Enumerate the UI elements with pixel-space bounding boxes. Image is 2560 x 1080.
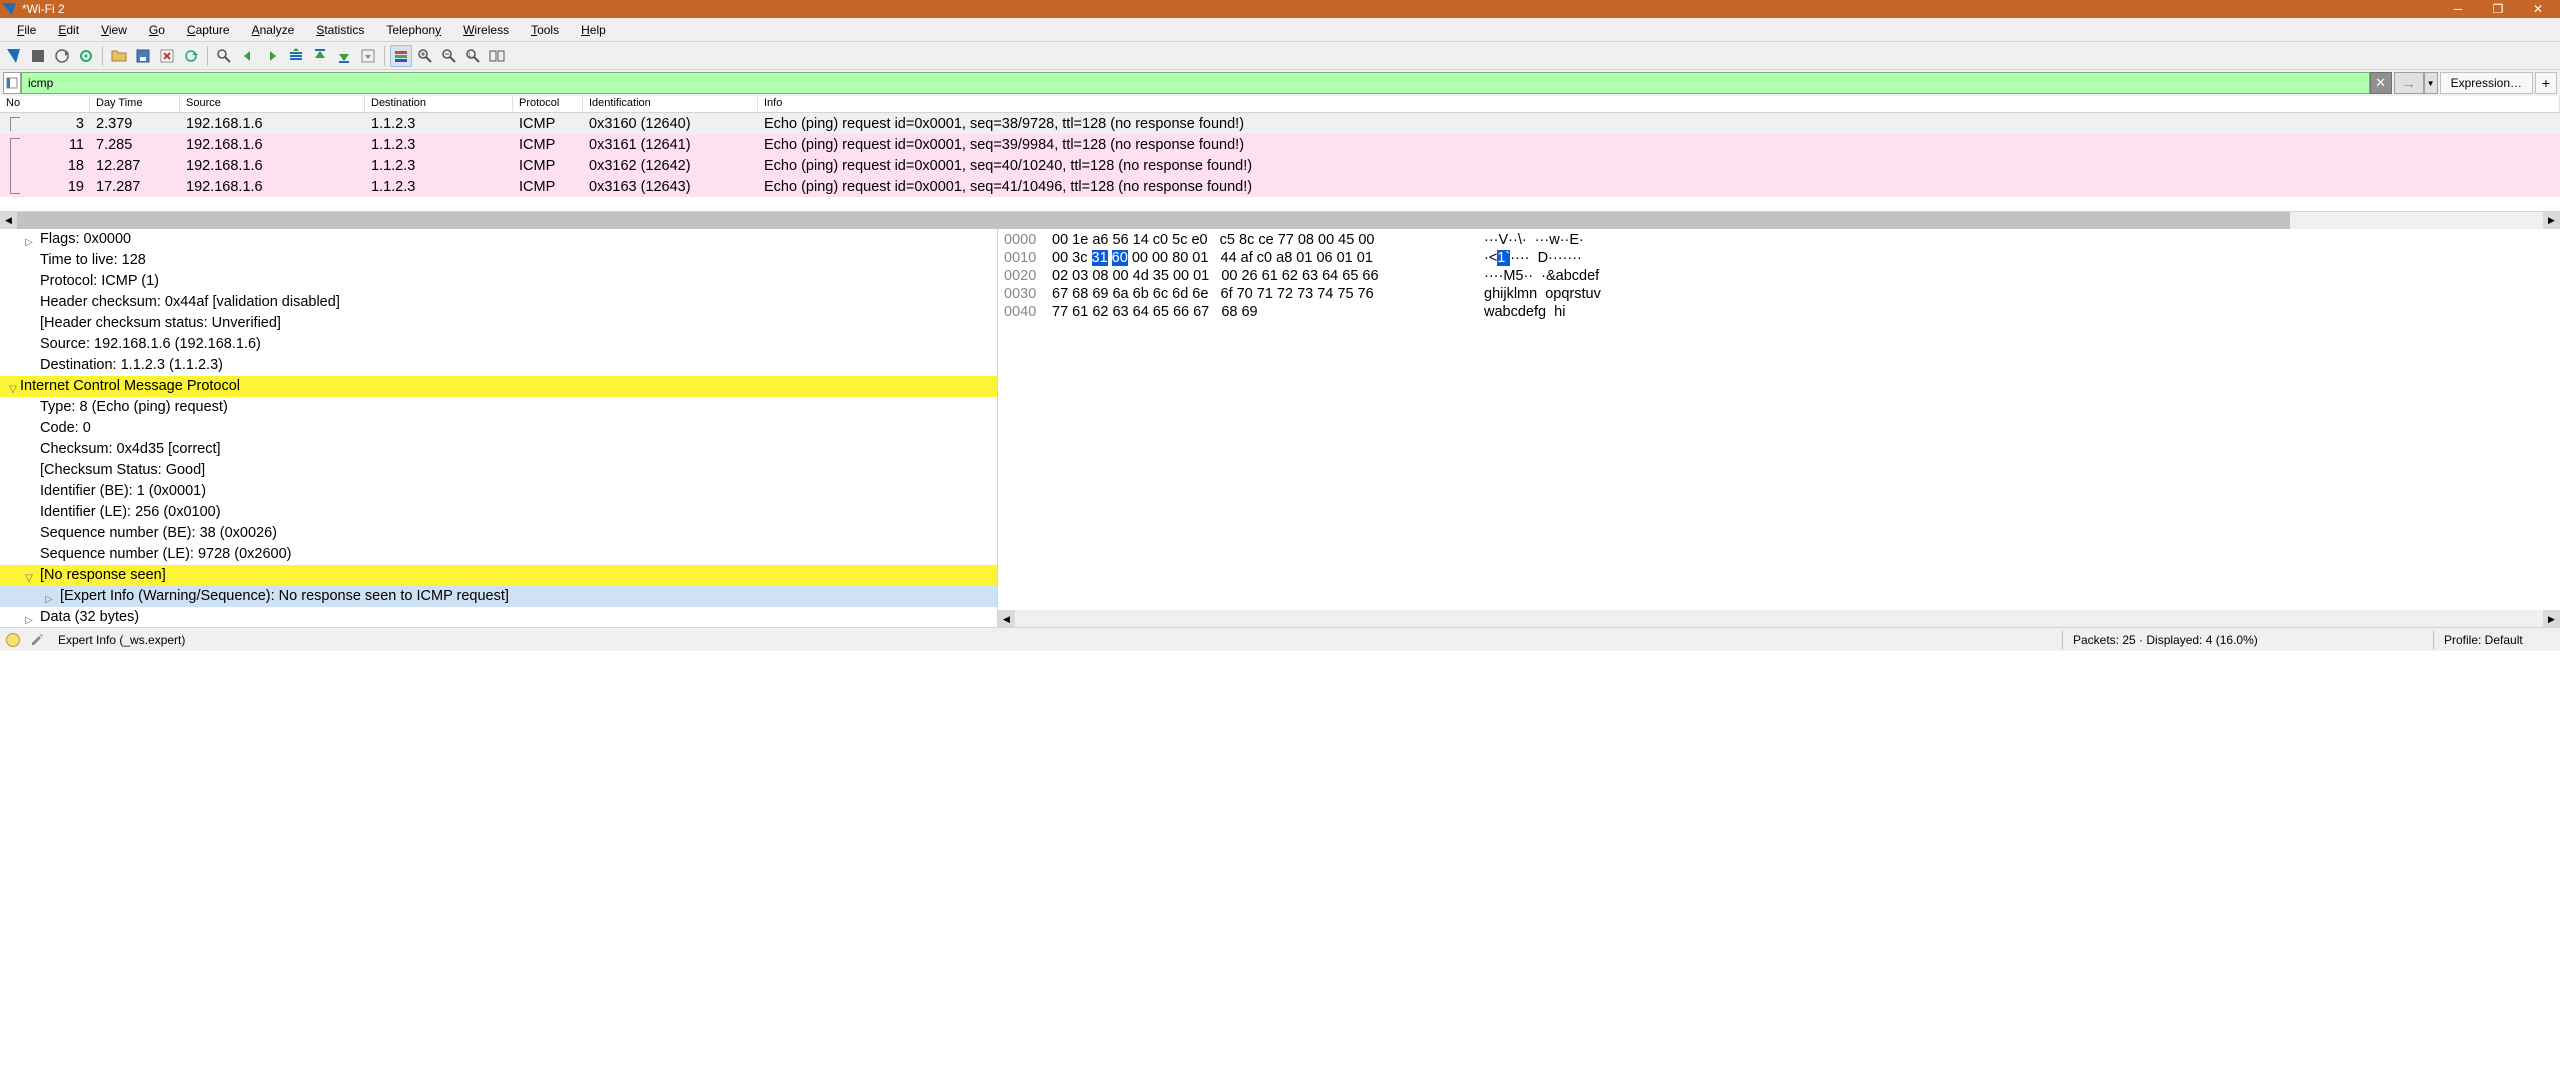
- detail-line[interactable]: Type: 8 (Echo (ping) request): [0, 397, 997, 418]
- menu-telephony[interactable]: Telephony: [375, 20, 452, 40]
- detail-line[interactable]: Checksum: 0x4d35 [correct]: [0, 439, 997, 460]
- detail-line[interactable]: Protocol: ICMP (1): [0, 271, 997, 292]
- packet-row[interactable]: 117.285192.168.1.61.1.2.3ICMP0x3161 (126…: [0, 134, 2560, 155]
- add-filter-button[interactable]: +: [2535, 72, 2557, 94]
- packet-row[interactable]: 1812.287192.168.1.61.1.2.3ICMP0x3162 (12…: [0, 155, 2560, 176]
- status-expert-text: Expert Info (_ws.expert): [58, 633, 185, 647]
- packet-list-hscroll[interactable]: ◀▶: [0, 211, 2560, 228]
- menu-go[interactable]: Go: [138, 20, 176, 40]
- packet-details-tree[interactable]: ▷Flags: 0x0000Time to live: 128Protocol:…: [0, 229, 997, 627]
- main-toolbar: 1: [0, 42, 2560, 70]
- detail-line[interactable]: Identifier (LE): 256 (0x0100): [0, 502, 997, 523]
- detail-line[interactable]: Destination: 1.1.2.3 (1.1.2.3): [0, 355, 997, 376]
- apply-filter-button[interactable]: [2394, 72, 2424, 94]
- packet-related-bracket: [10, 117, 20, 131]
- bookmark-filters-button[interactable]: [3, 72, 21, 94]
- packet-list-header: No Day Time Source Destination Protocol …: [0, 96, 2560, 113]
- title-bar: *Wi-Fi 2 ─ ❐ ✕: [0, 0, 2560, 18]
- go-first-button[interactable]: [309, 45, 331, 67]
- detail-line[interactable]: ▷Flags: 0x0000: [0, 229, 997, 250]
- detail-line[interactable]: Source: 192.168.1.6 (192.168.1.6): [0, 334, 997, 355]
- expression-button[interactable]: Expression…: [2440, 72, 2533, 94]
- hex-row[interactable]: 001000 3c 31 60 00 00 80 01 44 af c0 a8 …: [1004, 249, 2560, 267]
- app-fin-icon: [2, 3, 16, 15]
- display-filter-input[interactable]: [21, 72, 2370, 94]
- expert-info-indicator-icon[interactable]: [6, 633, 20, 647]
- packet-list[interactable]: 32.379192.168.1.61.1.2.3ICMP0x3160 (1264…: [0, 113, 2560, 211]
- zoom-out-button[interactable]: [438, 45, 460, 67]
- detail-line[interactable]: [Header checksum status: Unverified]: [0, 313, 997, 334]
- menu-wireless[interactable]: Wireless: [452, 20, 520, 40]
- restart-capture-button[interactable]: [51, 45, 73, 67]
- detail-line[interactable]: Identifier (BE): 1 (0x0001): [0, 481, 997, 502]
- detail-line[interactable]: ▽[No response seen]: [0, 565, 997, 586]
- bottom-panes: ▷Flags: 0x0000Time to live: 128Protocol:…: [0, 228, 2560, 627]
- col-source[interactable]: Source: [180, 96, 365, 112]
- detail-line[interactable]: [Checksum Status: Good]: [0, 460, 997, 481]
- status-bar: Expert Info (_ws.expert) Packets: 25 · D…: [0, 627, 2560, 651]
- resize-columns-button[interactable]: [486, 45, 508, 67]
- detail-line[interactable]: Header checksum: 0x44af [validation disa…: [0, 292, 997, 313]
- clear-filter-button[interactable]: ✕: [2370, 72, 2392, 94]
- hex-row[interactable]: 003067 68 69 6a 6b 6c 6d 6e 6f 70 71 72 …: [1004, 285, 2560, 303]
- packet-related-bracket: [10, 138, 20, 194]
- packet-row[interactable]: 1917.287192.168.1.61.1.2.3ICMP0x3163 (12…: [0, 176, 2560, 197]
- col-protocol[interactable]: Protocol: [513, 96, 583, 112]
- detail-line[interactable]: ▽Internet Control Message Protocol: [0, 376, 997, 397]
- maximize-button[interactable]: ❐: [2478, 1, 2518, 17]
- go-to-packet-button[interactable]: [285, 45, 307, 67]
- edit-annotation-button[interactable]: [26, 632, 48, 648]
- status-packet-count: Packets: 25 · Displayed: 4 (16.0%): [2073, 633, 2423, 647]
- hex-row[interactable]: 002002 03 08 00 4d 35 00 01 00 26 61 62 …: [1004, 267, 2560, 285]
- save-file-button[interactable]: [132, 45, 154, 67]
- packet-bytes-pane[interactable]: 000000 1e a6 56 14 c0 5c e0 c5 8c ce 77 …: [997, 229, 2560, 627]
- menu-capture[interactable]: Capture: [176, 20, 241, 40]
- detail-line[interactable]: ▷Data (32 bytes): [0, 607, 997, 627]
- find-packet-button[interactable]: [213, 45, 235, 67]
- open-file-button[interactable]: [108, 45, 130, 67]
- menu-analyze[interactable]: Analyze: [241, 20, 306, 40]
- col-time[interactable]: Day Time: [90, 96, 180, 112]
- filter-bar: ✕ ▼ Expression… +: [0, 70, 2560, 96]
- window-title: *Wi-Fi 2: [22, 2, 65, 16]
- hex-hscroll[interactable]: ◀▶: [998, 610, 2560, 627]
- capture-options-button[interactable]: [75, 45, 97, 67]
- menu-view[interactable]: View: [90, 20, 138, 40]
- col-no[interactable]: No: [0, 96, 90, 112]
- menu-statistics[interactable]: Statistics: [305, 20, 375, 40]
- hex-row[interactable]: 004077 61 62 63 64 65 66 67 68 69wabcdef…: [1004, 303, 2560, 321]
- menu-file[interactable]: File: [6, 20, 47, 40]
- menu-help[interactable]: Help: [570, 20, 617, 40]
- filter-history-dropdown[interactable]: ▼: [2424, 72, 2438, 94]
- detail-line[interactable]: Code: 0: [0, 418, 997, 439]
- stop-capture-button[interactable]: [27, 45, 49, 67]
- close-button[interactable]: ✕: [2518, 1, 2558, 17]
- detail-line[interactable]: Sequence number (LE): 9728 (0x2600): [0, 544, 997, 565]
- go-last-button[interactable]: [333, 45, 355, 67]
- zoom-reset-button[interactable]: 1: [462, 45, 484, 67]
- menu-tools[interactable]: Tools: [520, 20, 570, 40]
- detail-line[interactable]: ▷[Expert Info (Warning/Sequence): No res…: [0, 586, 997, 607]
- go-back-button[interactable]: [237, 45, 259, 67]
- menu-bar: File Edit View Go Capture Analyze Statis…: [0, 18, 2560, 42]
- hex-row[interactable]: 000000 1e a6 56 14 c0 5c e0 c5 8c ce 77 …: [1004, 231, 2560, 249]
- packet-row[interactable]: 32.379192.168.1.61.1.2.3ICMP0x3160 (1264…: [0, 113, 2560, 134]
- close-file-button[interactable]: [156, 45, 178, 67]
- status-profile[interactable]: Profile: Default: [2444, 633, 2554, 647]
- col-destination[interactable]: Destination: [365, 96, 513, 112]
- reload-file-button[interactable]: [180, 45, 202, 67]
- col-info[interactable]: Info: [758, 96, 2560, 112]
- detail-line[interactable]: Sequence number (BE): 38 (0x0026): [0, 523, 997, 544]
- detail-line[interactable]: Time to live: 128: [0, 250, 997, 271]
- colorize-button[interactable]: [390, 45, 412, 67]
- auto-scroll-button[interactable]: [357, 45, 379, 67]
- start-capture-button[interactable]: [3, 45, 25, 67]
- menu-edit[interactable]: Edit: [47, 20, 90, 40]
- col-identification[interactable]: Identification: [583, 96, 758, 112]
- go-forward-button[interactable]: [261, 45, 283, 67]
- zoom-in-button[interactable]: [414, 45, 436, 67]
- minimize-button[interactable]: ─: [2438, 1, 2478, 17]
